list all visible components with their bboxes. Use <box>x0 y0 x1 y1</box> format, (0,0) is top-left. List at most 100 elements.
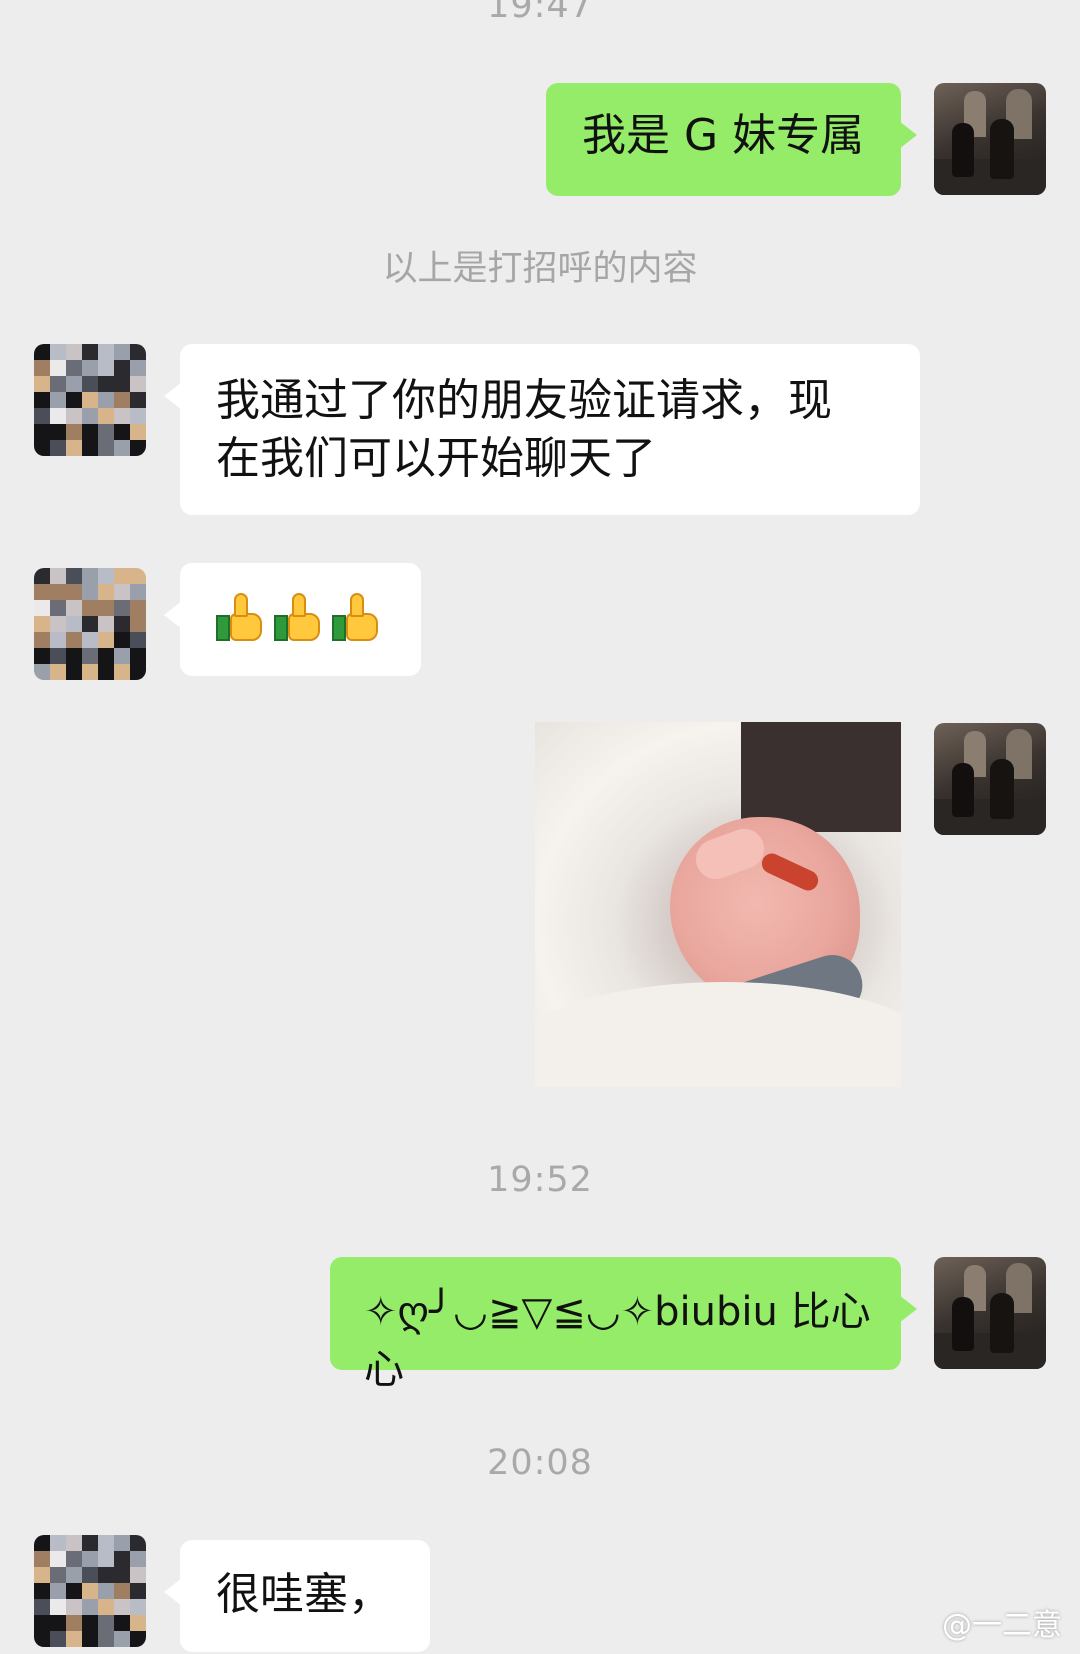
avatar-mosaic-cell <box>98 440 114 456</box>
avatar-mosaic-cell <box>82 664 98 680</box>
avatar-mosaic-cell <box>82 584 98 600</box>
avatar-mosaic-cell <box>82 344 98 360</box>
avatar-mosaic-cell <box>34 360 50 376</box>
avatar-mosaic-cell <box>66 616 82 632</box>
avatar-mosaic-cell <box>114 408 130 424</box>
message-text-line: 在我们可以开始聊天了 <box>216 433 656 484</box>
message-bubble-friend[interactable] <box>164 563 421 676</box>
avatar-mosaic-cell <box>50 664 66 680</box>
avatar-mosaic-cell <box>50 376 66 392</box>
avatar-mosaic-cell <box>114 648 130 664</box>
avatar-mosaic-cell <box>114 584 130 600</box>
self-avatar[interactable] <box>934 723 1046 835</box>
avatar-mosaic-cell <box>82 440 98 456</box>
avatar-mosaic-cell <box>82 1615 98 1631</box>
avatar-mosaic-cell <box>114 1535 130 1551</box>
avatar-mosaic-cell <box>130 600 146 616</box>
avatar-mosaic-cell <box>114 392 130 408</box>
avatar-mosaic-cell <box>98 1567 114 1583</box>
avatar-mosaic-cell <box>82 616 98 632</box>
avatar-mosaic-cell <box>66 584 82 600</box>
avatar-mosaic-cell <box>98 424 114 440</box>
avatar-mosaic-cell <box>34 568 50 584</box>
avatar-mosaic-cell <box>82 408 98 424</box>
avatar-mosaic-cell <box>98 632 114 648</box>
timestamp-1952: 19:52 <box>487 1160 593 1200</box>
avatar-mosaic-cell <box>34 440 50 456</box>
avatar-mosaic-cell <box>98 344 114 360</box>
message-bubble-self[interactable]: ✧ღ╯◡≧▽≦◡✧biubiu 比心心 <box>330 1257 917 1393</box>
avatar-mosaic-cell <box>114 376 130 392</box>
avatar-mosaic-cell <box>50 1631 66 1647</box>
message-text: 很哇塞， <box>216 1569 392 1620</box>
friend-avatar[interactable] <box>34 344 146 456</box>
avatar-mosaic-cell <box>50 632 66 648</box>
avatar-mosaic-cell <box>34 1583 50 1599</box>
self-avatar[interactable] <box>934 1257 1046 1369</box>
avatar-mosaic-cell <box>66 664 82 680</box>
avatar-mosaic-cell <box>66 1599 82 1615</box>
avatar-mosaic-cell <box>130 616 146 632</box>
self-avatar[interactable] <box>934 83 1046 195</box>
avatar-mosaic-cell <box>98 408 114 424</box>
avatar-mosaic-cell <box>50 440 66 456</box>
avatar-mosaic-cell <box>66 424 82 440</box>
timestamp-1947: 19:47 <box>487 0 593 26</box>
thumbs-up-icon <box>216 591 264 641</box>
avatar-mosaic-cell <box>34 664 50 680</box>
avatar-mosaic-cell <box>34 648 50 664</box>
image-message[interactable] <box>535 722 901 1087</box>
avatar-mosaic-cell <box>114 440 130 456</box>
avatar-mosaic-cell <box>66 1551 82 1567</box>
avatar-mosaic-cell <box>66 568 82 584</box>
avatar-mosaic-cell <box>114 600 130 616</box>
message-bubble-friend[interactable]: 我通过了你的朋友验证请求，现 在我们可以开始聊天了 <box>164 344 920 515</box>
avatar-mosaic-cell <box>114 664 130 680</box>
avatar-mosaic-cell <box>98 648 114 664</box>
avatar-mosaic-cell <box>82 632 98 648</box>
avatar-mosaic-cell <box>82 360 98 376</box>
avatar-mosaic-cell <box>82 1599 98 1615</box>
avatar-mosaic-cell <box>114 1615 130 1631</box>
friend-avatar[interactable] <box>34 568 146 680</box>
avatar-mosaic-cell <box>66 392 82 408</box>
avatar-mosaic-cell <box>82 1567 98 1583</box>
avatar-mosaic-cell <box>114 360 130 376</box>
avatar-mosaic-cell <box>82 648 98 664</box>
avatar-mosaic-cell <box>130 360 146 376</box>
avatar-mosaic-cell <box>34 1631 50 1647</box>
message-bubble-friend[interactable]: 很哇塞， <box>164 1540 430 1652</box>
avatar-mosaic-cell <box>82 600 98 616</box>
avatar-mosaic-cell <box>82 392 98 408</box>
avatar-mosaic-cell <box>98 584 114 600</box>
avatar-mosaic-cell <box>66 632 82 648</box>
avatar-mosaic-cell <box>130 424 146 440</box>
avatar-mosaic-cell <box>66 1567 82 1583</box>
avatar-mosaic-cell <box>114 1599 130 1615</box>
avatar-mosaic-cell <box>130 1535 146 1551</box>
avatar-mosaic-cell <box>130 1631 146 1647</box>
avatar-mosaic-cell <box>130 1567 146 1583</box>
avatar-mosaic-cell <box>98 392 114 408</box>
avatar-mosaic-cell <box>130 568 146 584</box>
avatar-mosaic-cell <box>98 664 114 680</box>
avatar-mosaic-cell <box>50 1551 66 1567</box>
avatar-mosaic-cell <box>34 376 50 392</box>
avatar-mosaic-cell <box>34 600 50 616</box>
weibo-watermark: @一二意 <box>942 1608 1062 1643</box>
avatar-mosaic-cell <box>82 1551 98 1567</box>
message-text: 我是 G 妹专属 <box>582 110 865 161</box>
avatar-mosaic-cell <box>34 1615 50 1631</box>
avatar-mosaic-cell <box>98 1599 114 1615</box>
message-bubble-self[interactable]: 我是 G 妹专属 <box>546 83 917 196</box>
avatar-mosaic-cell <box>98 616 114 632</box>
avatar-mosaic-cell <box>66 1583 82 1599</box>
avatar-mosaic-cell <box>50 568 66 584</box>
friend-avatar[interactable] <box>34 1535 146 1647</box>
avatar-mosaic-cell <box>66 648 82 664</box>
avatar-mosaic-cell <box>114 632 130 648</box>
avatar-mosaic-cell <box>114 1631 130 1647</box>
avatar-mosaic-cell <box>114 1583 130 1599</box>
avatar-mosaic-cell <box>130 440 146 456</box>
thumbs-up-icon <box>332 591 380 641</box>
